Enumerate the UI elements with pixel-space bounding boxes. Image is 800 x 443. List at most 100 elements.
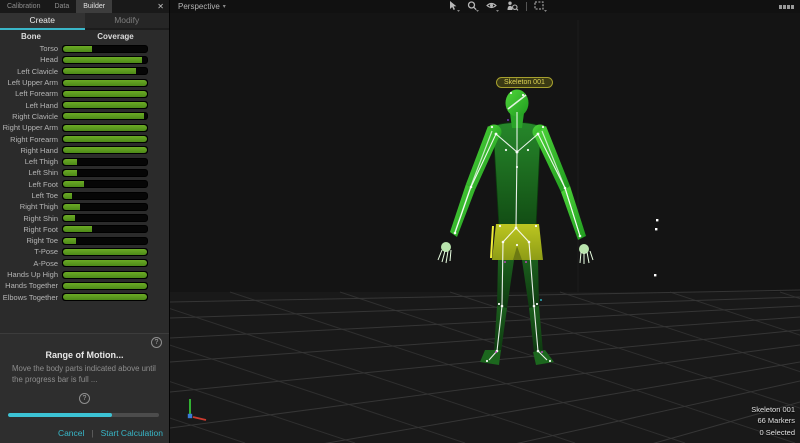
- bone-label: Left Thigh: [0, 157, 62, 166]
- tab-calibration[interactable]: Calibration: [0, 0, 47, 13]
- coverage-bar-track: [62, 203, 148, 211]
- column-header-bone: Bone: [0, 32, 62, 41]
- bone-row[interactable]: Torso: [0, 43, 169, 54]
- rom-progress-fill: [8, 413, 112, 417]
- magnifier-icon[interactable]: [467, 1, 479, 12]
- coverage-bar-track: [62, 158, 148, 166]
- coverage-bar-fill: [63, 113, 144, 119]
- cancel-button[interactable]: Cancel: [58, 428, 84, 438]
- bone-row[interactable]: Left Clavicle: [0, 66, 169, 77]
- eye-icon[interactable]: [486, 1, 499, 12]
- bone-row[interactable]: Hands Together: [0, 280, 169, 291]
- bone-label: Right Foot: [0, 225, 62, 234]
- tab-data[interactable]: Data: [47, 0, 76, 13]
- coverage-bar-fill: [63, 68, 136, 74]
- coverage-bar-track: [62, 248, 148, 256]
- coverage-bar-fill: [63, 57, 142, 63]
- bone-label: Left Clavicle: [0, 67, 62, 76]
- bone-row[interactable]: Right Shin: [0, 212, 169, 223]
- tab-modify[interactable]: Modify: [85, 13, 170, 30]
- bone-label: Right Clavicle: [0, 112, 62, 121]
- coverage-bar-fill: [63, 181, 84, 187]
- bone-label: Right Forearm: [0, 135, 62, 144]
- bone-label: Left Forearm: [0, 89, 62, 98]
- coverage-bar-fill: [63, 238, 76, 244]
- marquee-select-icon[interactable]: [534, 1, 547, 12]
- column-header-coverage: Coverage: [62, 32, 169, 41]
- bone-row[interactable]: Right Clavicle: [0, 111, 169, 122]
- bone-row[interactable]: Left Forearm: [0, 88, 169, 99]
- bone-row[interactable]: Right Toe: [0, 235, 169, 246]
- bone-row[interactable]: Left Foot: [0, 179, 169, 190]
- bone-row[interactable]: Elbows Together: [0, 292, 169, 303]
- stray-markers: [654, 219, 658, 276]
- bone-label: Left Toe: [0, 191, 62, 200]
- bone-row[interactable]: Right Foot: [0, 224, 169, 235]
- coverage-bar-fill: [63, 125, 147, 131]
- bone-list: TorsoHead Left Clavicle Left Upper Arm Left…: [0, 43, 169, 303]
- coverage-bar-track: [62, 45, 148, 53]
- coverage-bar-fill: [63, 91, 147, 97]
- help-icon[interactable]: ?: [79, 393, 90, 404]
- viewport-layout-grip-icon[interactable]: [779, 5, 794, 9]
- status-selected-count: 0 Selected: [751, 427, 795, 439]
- coverage-bar-fill: [63, 170, 77, 176]
- bone-row[interactable]: Left Toe: [0, 190, 169, 201]
- viewport-3d[interactable]: Perspective ▾: [170, 0, 800, 443]
- bone-row[interactable]: A-Pose: [0, 258, 169, 269]
- coverage-bar-track: [62, 90, 148, 98]
- bone-row[interactable]: Hands Up High: [0, 269, 169, 280]
- bone-row[interactable]: Left Upper Arm: [0, 77, 169, 88]
- bone-row[interactable]: Head: [0, 54, 169, 65]
- coverage-bar-track: [62, 146, 148, 154]
- close-icon[interactable]: ✕: [152, 0, 169, 13]
- bone-row[interactable]: Right Forearm: [0, 133, 169, 144]
- bone-label: Right Toe: [0, 236, 62, 245]
- bone-label: Right Hand: [0, 146, 62, 155]
- coverage-bar-track: [62, 259, 148, 267]
- bone-row[interactable]: Left Hand: [0, 99, 169, 110]
- chevron-down-icon: ▾: [223, 3, 226, 10]
- axis-gizmo-icon: [188, 399, 206, 420]
- bone-row[interactable]: Right Thigh: [0, 201, 169, 212]
- skeleton-name-badge[interactable]: Skeleton 001: [496, 77, 553, 88]
- column-headers: Bone Coverage: [0, 30, 169, 43]
- coverage-bar-fill: [63, 260, 147, 266]
- coverage-bar-track: [62, 214, 148, 222]
- coverage-bar-track: [62, 293, 148, 301]
- rom-progress-track: [8, 413, 159, 417]
- bone-row[interactable]: Left Thigh: [0, 156, 169, 167]
- view-selector-dropdown[interactable]: Perspective ▾: [170, 2, 226, 11]
- coverage-bar-track: [62, 101, 148, 109]
- select-cursor-icon[interactable]: [448, 1, 460, 12]
- coverage-bar-track: [62, 112, 148, 120]
- coverage-bar-track: [62, 237, 148, 245]
- skeleton-figure[interactable]: [170, 0, 800, 443]
- bone-row[interactable]: T-Pose: [0, 246, 169, 257]
- tab-builder[interactable]: Builder: [76, 0, 112, 13]
- help-icon[interactable]: ?: [151, 337, 162, 348]
- coverage-bar-fill: [63, 159, 77, 165]
- coverage-bar-track: [62, 282, 148, 290]
- coverage-bar-fill: [63, 46, 92, 52]
- coverage-bar-track: [62, 225, 148, 233]
- bone-label: Head: [0, 55, 62, 64]
- bone-label: Right Upper Arm: [0, 123, 62, 132]
- coverage-bar-fill: [63, 102, 147, 108]
- bone-row[interactable]: Right Hand: [0, 145, 169, 156]
- builder-panel: Calibration Data Builder ✕ Create Modify…: [0, 0, 170, 443]
- coverage-bar-fill: [63, 193, 72, 199]
- bone-label: Hands Up High: [0, 270, 62, 279]
- bone-row[interactable]: Right Upper Arm: [0, 122, 169, 133]
- rom-description: Move the body parts indicated above unti…: [0, 360, 169, 386]
- bone-label: Right Thigh: [0, 202, 62, 211]
- bone-label: Elbows Together: [0, 293, 62, 302]
- viewport-status: Skeleton 001 66 Markers 0 Selected: [751, 404, 795, 439]
- bone-row[interactable]: Left Shin: [0, 167, 169, 178]
- start-calculation-button[interactable]: Start Calculation: [101, 428, 163, 438]
- tab-create[interactable]: Create: [0, 13, 85, 30]
- bone-label: Left Upper Arm: [0, 78, 62, 87]
- person-search-icon[interactable]: [506, 1, 519, 12]
- coverage-bar-track: [62, 124, 148, 132]
- coverage-bar-track: [62, 67, 148, 75]
